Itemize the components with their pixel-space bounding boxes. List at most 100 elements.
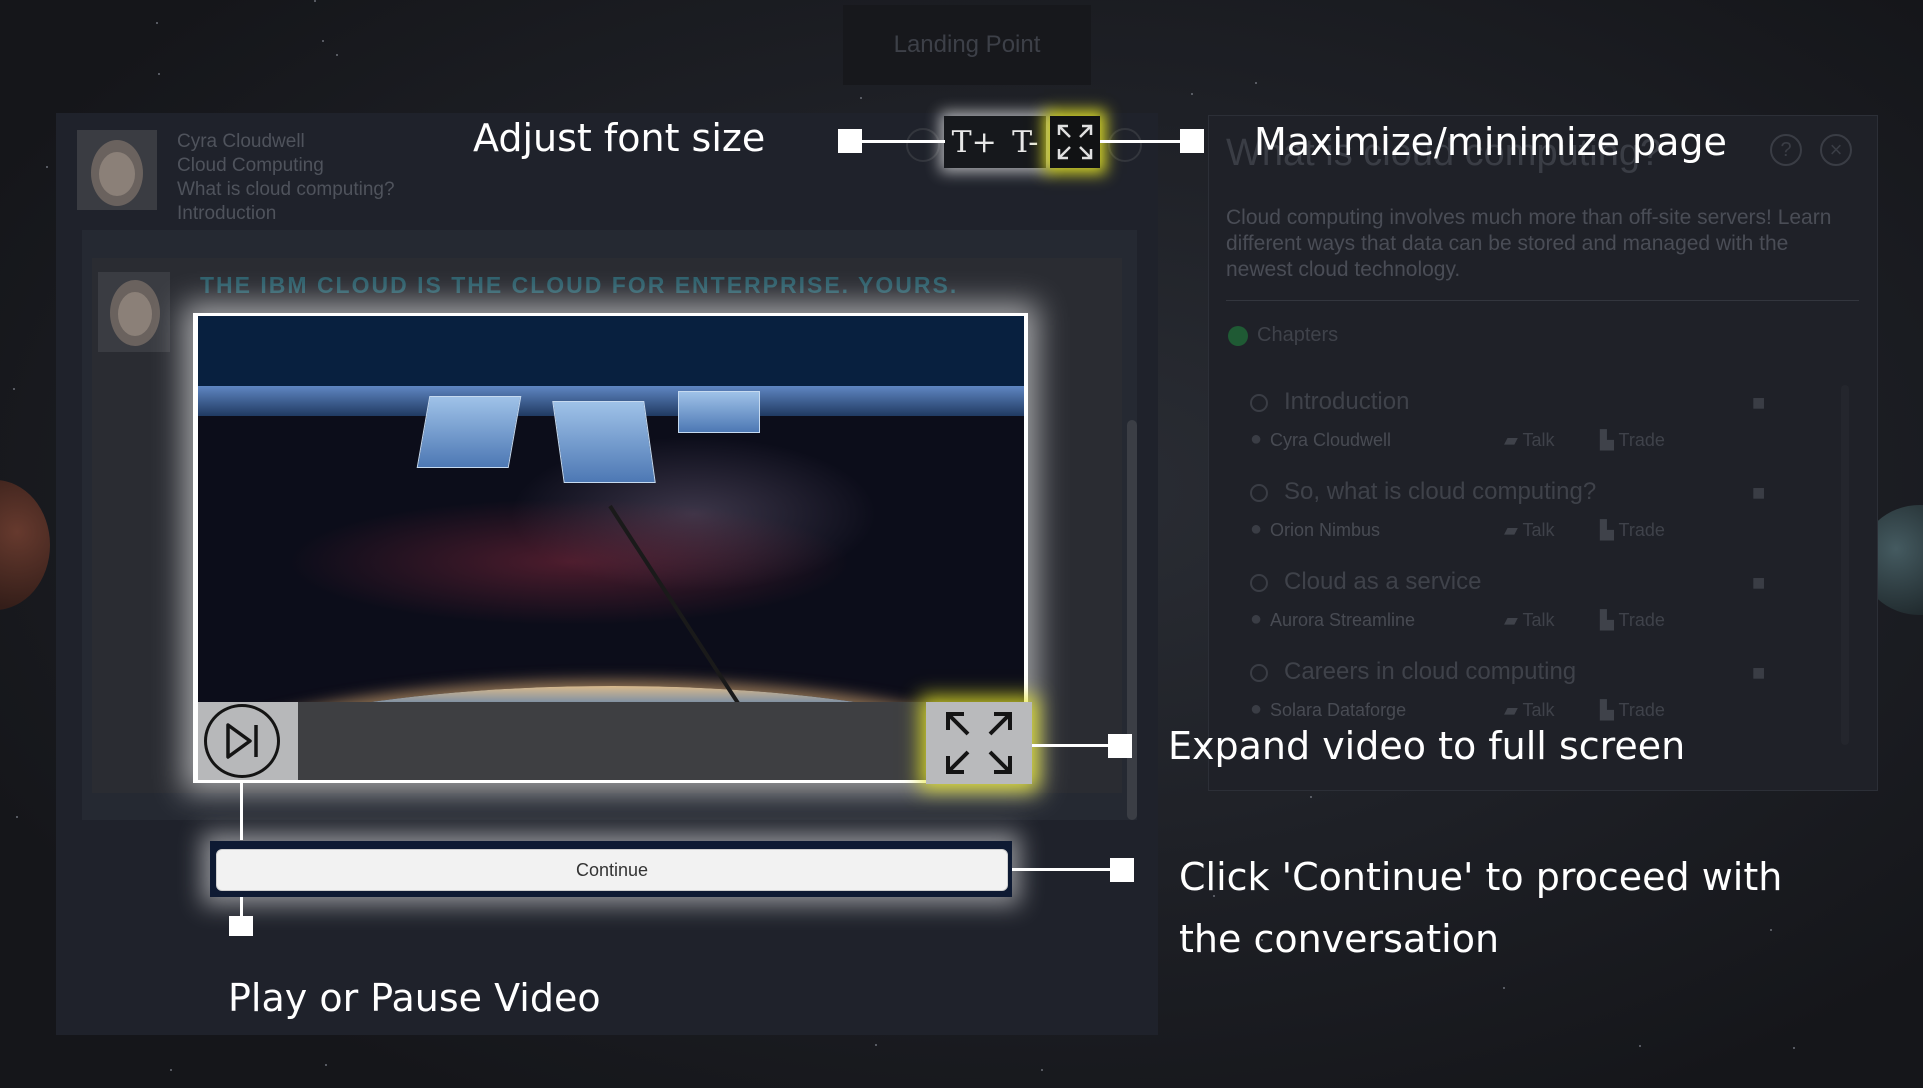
star	[1503, 987, 1505, 989]
star	[1793, 1047, 1795, 1049]
star	[156, 22, 158, 24]
gift-icon[interactable]: ■	[1752, 390, 1765, 416]
star	[46, 166, 48, 168]
trade-label: Trade	[1618, 610, 1665, 630]
earth-horizon	[198, 686, 1024, 702]
star	[336, 54, 338, 56]
header-character-name: Cyra Cloudwell	[177, 131, 305, 152]
radio-icon[interactable]	[1250, 664, 1268, 682]
gift-icon[interactable]: ■	[1752, 660, 1765, 686]
callout-line	[1012, 868, 1112, 871]
avatar	[77, 130, 157, 210]
dim-toolbar-circle	[906, 128, 940, 162]
header-course: Cloud Computing	[177, 155, 324, 176]
dim-toolbar-circle	[1108, 128, 1142, 162]
chapter-person: Orion Nimbus	[1270, 520, 1381, 540]
person-icon: ●	[1250, 518, 1263, 540]
gift-icon[interactable]: ■	[1752, 570, 1765, 596]
video-top-band	[198, 316, 1024, 386]
divider	[1226, 300, 1859, 301]
talk-label: Talk	[1522, 430, 1555, 450]
landing-point-tab[interactable]: Landing Point	[843, 5, 1091, 85]
star	[13, 388, 15, 390]
font-decrease-button[interactable]: T-	[1012, 125, 1038, 160]
trade-button[interactable]: ▙ Trade	[1600, 430, 1665, 451]
chat-scrollbar[interactable]	[1127, 420, 1137, 820]
talk-label: Talk	[1522, 610, 1555, 630]
trade-label: Trade	[1618, 430, 1665, 450]
radio-icon[interactable]	[1250, 574, 1268, 592]
font-increase-button[interactable]: T+	[952, 125, 997, 160]
star	[325, 1064, 327, 1066]
solar-panel	[416, 396, 522, 468]
callout-continue-line2: the conversation	[1179, 917, 1500, 961]
chat-banner-text: THE IBM CLOUD IS THE CLOUD FOR ENTERPRIS…	[200, 272, 959, 298]
star	[875, 1044, 877, 1046]
callout-marker	[1110, 858, 1134, 882]
star	[16, 816, 18, 818]
trade-label: Trade	[1618, 700, 1665, 720]
solar-panel	[552, 401, 656, 483]
video-controls-bar	[198, 702, 1024, 780]
star	[1639, 1045, 1641, 1047]
talk-button[interactable]: ▰ Talk	[1504, 430, 1555, 451]
star	[170, 1069, 172, 1071]
header-chapter: Introduction	[177, 203, 277, 224]
star	[1310, 796, 1312, 798]
chapter-title[interactable]: Cloud as a service	[1284, 568, 1481, 596]
callout-marker	[1108, 734, 1132, 758]
star	[860, 97, 862, 99]
expand-icon	[946, 712, 1012, 774]
chapter-item[interactable]: Introduction ● Cyra Cloudwell ▰ Talk ▙ T…	[1246, 388, 1846, 476]
chapters-status-icon	[1228, 326, 1248, 346]
radio-icon[interactable]	[1250, 484, 1268, 502]
talk-label: Talk	[1522, 520, 1555, 540]
maximize-icon	[1057, 124, 1093, 160]
fullscreen-button[interactable]	[926, 702, 1032, 784]
chapter-item[interactable]: Cloud as a service ● Aurora Streamline ▰…	[1246, 568, 1846, 656]
trade-button[interactable]: ▙ Trade	[1600, 700, 1665, 721]
font-size-toolbar: T+ T-	[944, 116, 1046, 168]
callout-continue: Click 'Continue' to proceed with the con…	[1179, 846, 1782, 970]
continue-button[interactable]: Continue	[216, 849, 1008, 891]
video-frame-image	[198, 386, 1024, 702]
radio-icon[interactable]	[1250, 394, 1268, 412]
talk-button[interactable]: ▰ Talk	[1504, 520, 1555, 541]
gift-icon[interactable]: ■	[1752, 480, 1765, 506]
star	[158, 73, 160, 75]
chapters-label: Chapters	[1257, 324, 1339, 346]
star	[314, 0, 316, 2]
talk-button[interactable]: ▰ Talk	[1504, 610, 1555, 631]
callout-expand: Expand video to full screen	[1168, 724, 1686, 768]
help-icon[interactable]: ?	[1770, 134, 1802, 166]
play-pause-button[interactable]	[204, 704, 280, 778]
callout-continue-line1: Click 'Continue' to proceed with	[1179, 855, 1783, 899]
star	[1255, 82, 1257, 84]
callout-line	[240, 780, 243, 840]
chapter-item[interactable]: So, what is cloud computing? ● Orion Nim…	[1246, 478, 1846, 566]
callout-font-size: Adjust font size	[473, 116, 766, 160]
star	[322, 40, 324, 42]
play-pause-icon	[226, 723, 258, 759]
star	[1041, 1069, 1043, 1071]
chapter-person: Aurora Streamline	[1270, 610, 1416, 630]
person-icon: ●	[1250, 428, 1263, 450]
callout-maximize: Maximize/minimize page	[1254, 120, 1727, 164]
maximize-button[interactable]	[1050, 116, 1100, 168]
trade-button[interactable]: ▙ Trade	[1600, 520, 1665, 541]
header-topic: What is cloud computing?	[177, 179, 395, 200]
chapter-person: Solara Dataforge	[1270, 700, 1407, 720]
solar-panel	[678, 391, 760, 433]
conversation-header: Cyra Cloudwell Cloud Computing What is c…	[177, 130, 395, 226]
talk-button[interactable]: ▰ Talk	[1504, 700, 1555, 721]
trade-button[interactable]: ▙ Trade	[1600, 610, 1665, 631]
chapter-title[interactable]: So, what is cloud computing?	[1284, 478, 1596, 506]
callout-line	[1100, 140, 1190, 143]
chapter-title[interactable]: Introduction	[1284, 388, 1409, 416]
callout-marker	[229, 916, 253, 936]
callout-line	[1032, 744, 1112, 747]
video-player[interactable]	[198, 316, 1024, 702]
chat-avatar	[98, 272, 170, 352]
close-icon[interactable]: ×	[1820, 134, 1852, 166]
chapter-title[interactable]: Careers in cloud computing	[1284, 658, 1576, 686]
